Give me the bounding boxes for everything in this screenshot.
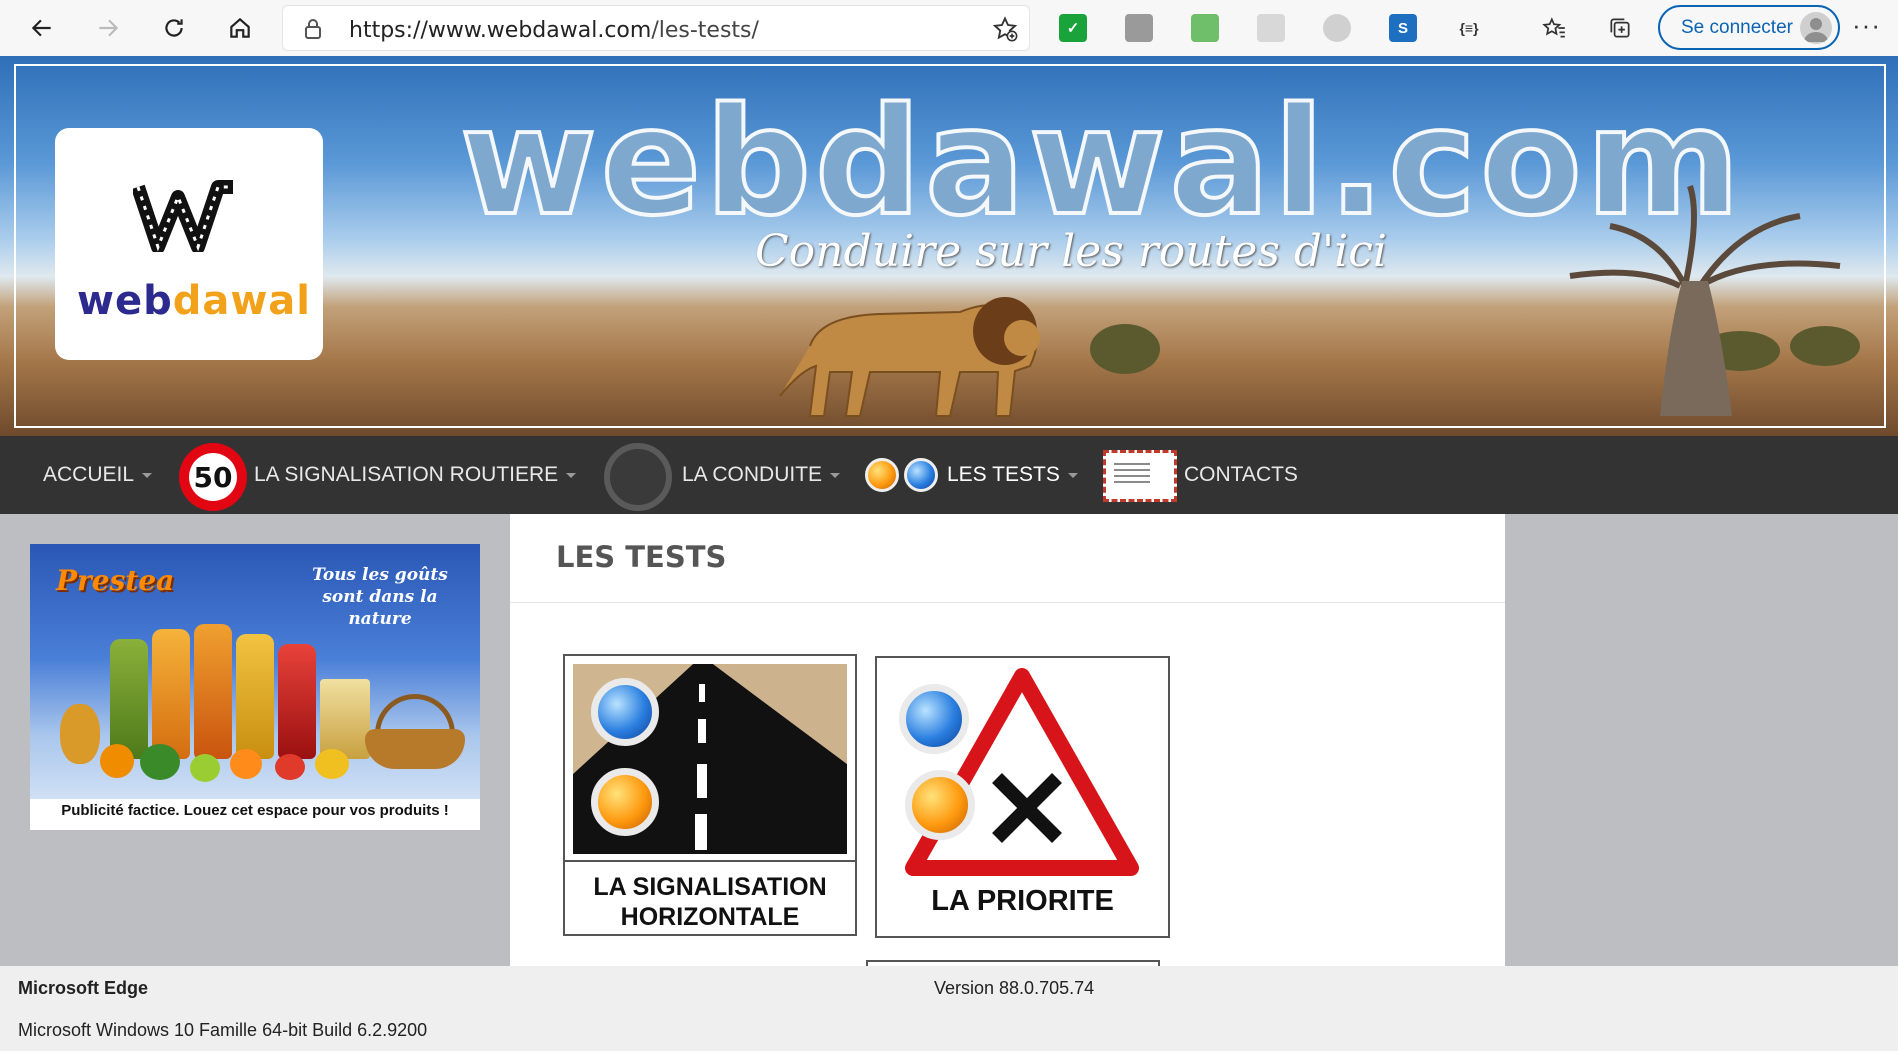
checkmark-extension-icon[interactable]: ✓	[1059, 14, 1087, 42]
chevron-down-icon	[142, 472, 153, 478]
main-nav: ACCUEIL 50 LA SIGNALISATION ROUTIERE LA …	[0, 436, 1898, 514]
fruit-decoration	[315, 749, 349, 779]
card-caption-line1: LA PRIORITE	[931, 885, 1114, 917]
blue-ball-icon	[899, 684, 969, 754]
steering-wheel-icon	[604, 443, 672, 511]
fruit-decoration	[190, 754, 220, 782]
nav-label: ACCUEIL	[43, 463, 135, 486]
ad-image: Prestea Tous les goûts sont dans la natu…	[30, 544, 480, 799]
blue-ball-icon	[591, 678, 659, 746]
os-info: Microsoft Windows 10 Famille 64-bit Buil…	[18, 1020, 428, 1040]
address-bar[interactable]: https://www.webdawal.com/les-tests/	[282, 5, 1030, 51]
bottle-decoration	[152, 629, 190, 759]
refresh-icon	[165, 19, 183, 37]
orange-ball-icon	[905, 770, 975, 840]
basket-decoration	[365, 729, 465, 769]
home-icon	[230, 17, 250, 38]
nav-label: CONTACTS	[1184, 463, 1298, 486]
nav-item-signalisation[interactable]: LA SIGNALISATION ROUTIERE	[254, 436, 577, 514]
bottle-decoration	[278, 644, 316, 759]
ad-brand: Prestea	[56, 564, 175, 597]
test-card-priorite[interactable]: LA PRIORITE	[875, 656, 1170, 938]
pineapple-decoration	[60, 704, 100, 764]
browser-toolbar: https://www.webdawal.com/les-tests/ ✓ S …	[0, 0, 1898, 56]
speed-limit-icon: 50	[179, 443, 247, 511]
back-arrow-icon	[31, 19, 51, 37]
envelope-letter-icon	[1103, 450, 1177, 502]
title-divider	[510, 602, 1505, 603]
card-separator	[565, 860, 855, 862]
fruit-decoration	[230, 749, 262, 779]
blue-ball-icon	[904, 458, 938, 492]
sidebar-advertisement[interactable]: Prestea Tous les goûts sont dans la natu…	[30, 544, 480, 830]
card-caption-line1: LA SIGNALISATION	[593, 873, 827, 901]
logo-wordmark: webdawal	[77, 278, 310, 324]
ad-slogan: Tous les goûts sont dans la nature	[312, 565, 448, 629]
app-name: Microsoft Edge	[18, 978, 149, 998]
site-title: webdawal.com	[458, 74, 1745, 250]
site-banner: webdawal webdawal.com Conduire sur les r…	[0, 56, 1898, 436]
url-host: https://www.webdawal.com	[349, 18, 652, 43]
inbox-extension-icon[interactable]	[1191, 14, 1219, 42]
test-card-signalisation-horizontale[interactable]: LA SIGNALISATION HORIZONTALE	[563, 654, 857, 936]
browser-info-footer: Microsoft Edge Version 88.0.705.74 Micro…	[0, 966, 1898, 1051]
main-content: LES TESTS LA SIGNALISATION HORIZONTALE L…	[510, 514, 1505, 966]
nav-item-contacts[interactable]: CONTACTS	[1184, 436, 1298, 514]
site-tagline: Conduire sur les routes d'ici	[755, 226, 1387, 277]
orange-ball-icon	[591, 768, 659, 836]
bottle-decoration	[236, 634, 274, 759]
card-caption-line2: HORIZONTALE	[620, 903, 800, 931]
box-decoration	[320, 679, 370, 759]
camera-extension-icon[interactable]	[1323, 14, 1351, 42]
grid-extension-icon[interactable]	[1257, 14, 1285, 42]
bottle-decoration	[110, 639, 148, 759]
home-button[interactable]	[220, 8, 260, 48]
nav-item-conduite[interactable]: LA CONDUITE	[682, 436, 841, 514]
page-title: LES TESTS	[556, 540, 727, 574]
logo-text-main: web	[77, 278, 173, 324]
url-path: /les-tests/	[651, 18, 759, 43]
more-menu-button[interactable]: ···	[1852, 10, 1881, 41]
back-button[interactable]	[22, 8, 62, 48]
nav-label: LA CONDUITE	[682, 463, 823, 486]
favorites-button[interactable]	[1534, 8, 1574, 48]
add-favorite-icon[interactable]	[991, 15, 1019, 48]
fruit-decoration	[140, 744, 180, 780]
nav-item-accueil[interactable]: ACCUEIL	[43, 436, 153, 514]
favorites-icon	[1542, 17, 1565, 38]
bottle-decoration	[194, 624, 232, 759]
speed-limit-value: 50	[189, 453, 237, 501]
s-extension-icon[interactable]: S	[1389, 14, 1417, 42]
site-logo[interactable]: webdawal	[55, 128, 323, 360]
ad-caption: Publicité factice. Louez cet espace pour…	[61, 802, 449, 819]
copy-extension-icon[interactable]	[1125, 14, 1153, 42]
chevron-down-icon	[1067, 472, 1078, 478]
fruit-decoration	[100, 744, 134, 778]
forward-arrow-icon	[99, 19, 119, 37]
collections-icon	[1610, 18, 1630, 38]
logo-text-accent: dawal	[172, 278, 311, 324]
forward-button[interactable]	[88, 8, 128, 48]
nav-label: LA SIGNALISATION ROUTIERE	[254, 463, 559, 486]
fruit-decoration	[275, 754, 305, 780]
chevron-down-icon	[566, 472, 577, 478]
sign-in-label: Se connecter	[1681, 17, 1793, 38]
json-extension-icon[interactable]: {≡}	[1455, 14, 1483, 42]
nav-label: LES TESTS	[947, 463, 1060, 486]
sign-in-button[interactable]: Se connecter	[1658, 5, 1840, 50]
orange-ball-icon	[865, 458, 899, 492]
avatar	[1800, 12, 1832, 44]
film-w-logo-icon	[133, 180, 233, 252]
collections-button[interactable]	[1600, 8, 1640, 48]
refresh-button[interactable]	[154, 8, 194, 48]
chevron-down-icon	[830, 472, 841, 478]
nav-item-les-tests[interactable]: LES TESTS	[947, 436, 1078, 514]
app-version: Version 88.0.705.74	[934, 978, 1095, 998]
url-text: https://www.webdawal.com/les-tests/	[349, 18, 759, 43]
lock-icon	[303, 18, 323, 45]
